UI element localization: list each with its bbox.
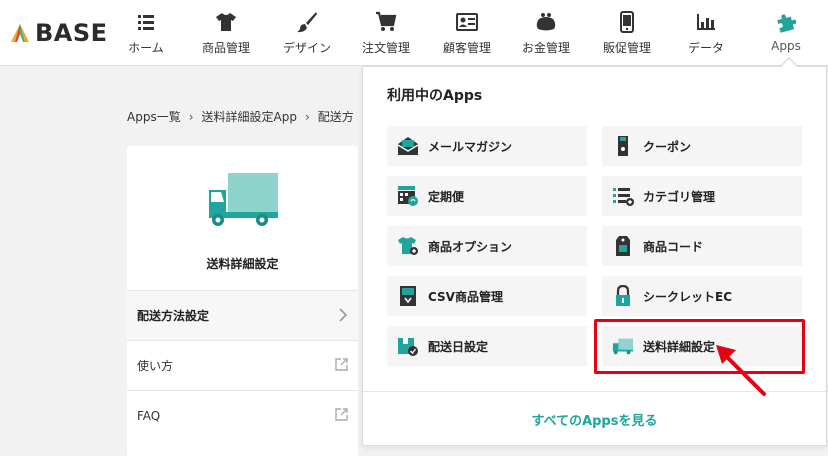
- brush-icon: [295, 10, 319, 34]
- app-card: 送料詳細設定 配送方法設定 使い方 FAQ: [127, 146, 358, 456]
- nav-label: Apps: [771, 39, 801, 53]
- chevron-right-icon: ›: [188, 110, 194, 124]
- breadcrumb-item: 配送方: [317, 110, 354, 124]
- nav-item-products[interactable]: 商品管理: [185, 0, 267, 66]
- nav-item-data[interactable]: データ: [665, 0, 747, 66]
- nav-label: 注文管理: [361, 41, 410, 55]
- tshirt-icon: [214, 10, 238, 34]
- phone-icon: [615, 10, 639, 34]
- app-tile-csv-product[interactable]: CSV商品管理: [387, 276, 587, 316]
- nav-label: ホーム: [128, 41, 164, 55]
- app-tile-label: 定期便: [428, 189, 465, 204]
- nav-item-design[interactable]: デザイン: [266, 0, 348, 66]
- top-navigation-bar: BASE ホーム 商品管理 デザイン 注文管理 顧客管理 お金管理 販促管理 デ…: [0, 0, 828, 66]
- nav-label: 商品管理: [201, 41, 250, 55]
- app-tile-label: カテゴリ管理: [643, 189, 716, 204]
- app-tile-delivery-date[interactable]: 配送日設定: [387, 326, 587, 366]
- external-link-icon: [335, 408, 348, 421]
- list-icon: [134, 10, 158, 34]
- nav-label: 顧客管理: [442, 41, 491, 55]
- app-tile-mail-magazine[interactable]: メールマガジン: [387, 126, 587, 166]
- box-check-icon: [397, 335, 419, 357]
- id-card-icon: [455, 10, 479, 34]
- menu-item-faq[interactable]: FAQ: [127, 390, 358, 440]
- brand-logo[interactable]: BASE: [9, 18, 108, 48]
- app-tile-coupon[interactable]: クーポン: [602, 126, 802, 166]
- bar-chart-icon: [694, 10, 718, 34]
- nav-item-home[interactable]: ホーム: [105, 0, 187, 66]
- annotation-arrow-icon: [716, 345, 766, 396]
- tag-icon: [612, 235, 634, 257]
- nav-label: デザイン: [282, 41, 331, 55]
- lock-icon: [612, 285, 634, 307]
- coupon-icon: [612, 135, 634, 157]
- app-tile-label: メールマガジン: [428, 139, 513, 154]
- nav-item-money[interactable]: お金管理: [505, 0, 587, 66]
- app-tile-label: シークレットEC: [643, 289, 733, 304]
- nav-label: 販促管理: [602, 41, 651, 55]
- nav-label: お金管理: [521, 41, 570, 55]
- app-tile-label: 商品コード: [643, 239, 704, 254]
- menu-item-how-to-use[interactable]: 使い方: [127, 340, 358, 390]
- tshirt-plus-icon: [397, 235, 419, 257]
- chevron-right-icon: [339, 308, 348, 322]
- nav-item-customers[interactable]: 顧客管理: [426, 0, 508, 66]
- app-tile-secret-ec[interactable]: シークレットEC: [602, 276, 802, 316]
- dropdown-caret-inner: [781, 59, 797, 67]
- breadcrumb-item[interactable]: Apps一覧: [127, 110, 181, 124]
- chevron-right-icon: ›: [304, 110, 310, 124]
- menu-item-label: FAQ: [137, 408, 161, 423]
- breadcrumb-item[interactable]: 送料詳細設定App: [202, 110, 297, 124]
- category-list-icon: [612, 185, 634, 207]
- app-tile-label: 配送日設定: [428, 339, 489, 354]
- nav-label: データ: [687, 41, 724, 55]
- tent-icon: [11, 24, 29, 42]
- purse-icon: [534, 10, 558, 34]
- app-tile-label: CSV商品管理: [428, 289, 503, 304]
- external-link-icon: [335, 358, 348, 371]
- app-tile-product-code[interactable]: 商品コード: [602, 226, 802, 266]
- app-card-title: 送料詳細設定: [206, 257, 279, 271]
- nav-item-orders[interactable]: 注文管理: [345, 0, 427, 66]
- app-tile-label: クーポン: [643, 139, 692, 154]
- menu-item-shipping-method[interactable]: 配送方法設定: [127, 290, 358, 340]
- csv-file-icon: [397, 285, 419, 307]
- menu-item-label: 使い方: [137, 359, 174, 373]
- brand-name: BASE: [35, 19, 108, 47]
- cart-icon: [374, 10, 398, 34]
- puzzle-icon: [774, 10, 798, 34]
- calendar-icon: [397, 185, 419, 207]
- mail-icon: [397, 135, 419, 157]
- nav-item-promotion[interactable]: 販促管理: [586, 0, 668, 66]
- app-tile-label: 商品オプション: [428, 239, 513, 254]
- app-tile-subscription[interactable]: 定期便: [387, 176, 587, 216]
- truck-icon: [209, 173, 278, 226]
- menu-item-label: 配送方法設定: [137, 309, 210, 323]
- app-tile-product-option[interactable]: 商品オプション: [387, 226, 587, 266]
- dropdown-heading: 利用中のApps: [387, 88, 483, 104]
- breadcrumb: Apps一覧 › 送料詳細設定App › 配送方: [127, 108, 354, 125]
- app-tile-category[interactable]: カテゴリ管理: [602, 176, 802, 216]
